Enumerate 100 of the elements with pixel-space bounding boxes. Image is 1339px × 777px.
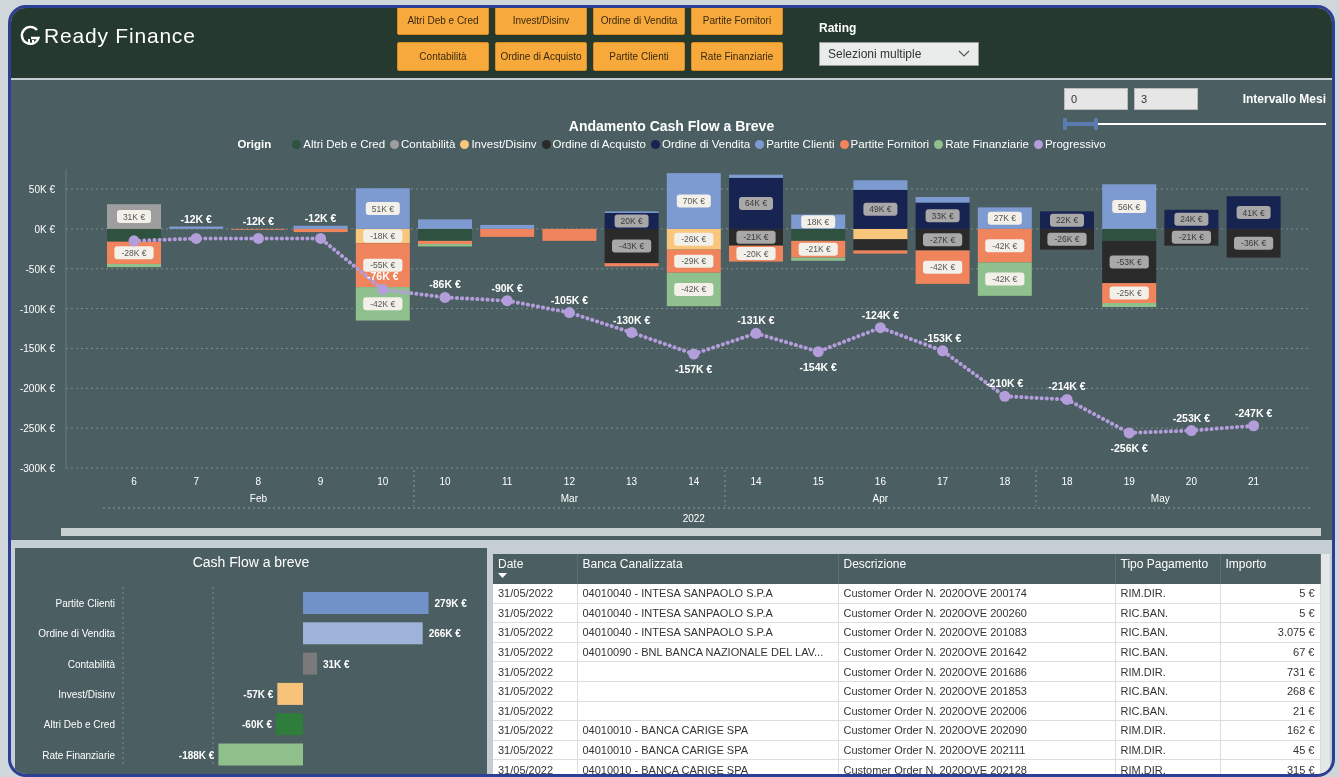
table-cell: 45 € xyxy=(1220,740,1320,760)
line-point xyxy=(190,232,202,244)
table-cell: 04010040 - INTESA SANPAOLO S.P.A xyxy=(577,584,838,604)
table-cell: Customer Order N. 2020OVE 201686 xyxy=(838,661,1115,682)
table-cell: 67 € xyxy=(1220,642,1320,662)
column-header[interactable]: Banca Canalizzata xyxy=(577,554,838,584)
table-cell: 04010040 - INTESA SANPAOLO S.P.A xyxy=(577,603,838,623)
filter-button[interactable]: Ordine di Vendita xyxy=(593,8,685,35)
axis-label: 13 xyxy=(626,476,638,487)
line-point xyxy=(315,232,327,244)
slider-thumb[interactable] xyxy=(1094,118,1099,130)
filter-button[interactable]: Contabilità xyxy=(397,42,489,71)
axis-label: 9 xyxy=(317,476,324,487)
table-cell: 31/05/2022 xyxy=(493,584,577,604)
data-label: -29K € xyxy=(681,256,707,267)
line-point xyxy=(439,291,451,303)
filter-button[interactable]: Rate Finanziarie xyxy=(691,42,783,71)
axis-label: May xyxy=(1150,493,1170,504)
filter-button[interactable]: Invest/Disinv xyxy=(495,8,587,35)
value-badge: 20K € xyxy=(614,214,649,228)
data-label: -18K € xyxy=(370,231,396,242)
input-field[interactable]: 3 xyxy=(1134,88,1198,110)
line-point xyxy=(252,232,264,244)
column-header[interactable]: Date xyxy=(493,554,577,584)
rating-dropdown[interactable]: Selezioni multiple xyxy=(819,42,979,66)
table-cell: 268 € xyxy=(1220,681,1320,702)
line-point xyxy=(128,235,140,247)
data-label: -42K € xyxy=(992,274,1018,285)
value-label: -57K € xyxy=(243,688,274,700)
data-label: -43K € xyxy=(619,241,645,252)
table-cell: 04010010 - BANCA CARIGE SPA xyxy=(577,740,838,760)
point-label: -105K € xyxy=(550,293,589,306)
point-label: -253K € xyxy=(1172,411,1211,424)
axis-label: 18 xyxy=(1061,476,1073,487)
legend-label: Contabilità xyxy=(401,138,456,150)
axis-label: Apr xyxy=(872,493,889,504)
column-header[interactable]: Tipo Pagamento xyxy=(1115,554,1220,584)
slider-thumb[interactable] xyxy=(1063,118,1067,130)
filter-button[interactable]: Partite Clienti xyxy=(593,42,685,71)
table-cell: RIM.DIR. xyxy=(1115,759,1220,774)
table-cell: 31/05/2022 xyxy=(493,701,577,721)
bar-segment xyxy=(418,219,472,229)
data-label: 27K € xyxy=(993,213,1017,224)
data-label: -42K € xyxy=(992,240,1018,251)
data-label: 18K € xyxy=(807,216,830,227)
line-point xyxy=(937,345,949,357)
category-label: Rate Finanziarie xyxy=(42,749,115,761)
column-header[interactable]: Descrizione xyxy=(838,554,1115,584)
value-label: 279K € xyxy=(434,598,467,609)
column-header[interactable]: Importo xyxy=(1220,554,1320,584)
slicer-title: Intervallo Mesi xyxy=(1242,92,1326,106)
scrollbar[interactable] xyxy=(1320,554,1330,774)
axis-label: 19 xyxy=(1123,476,1135,487)
filter-button[interactable]: Ordine di Acquisto xyxy=(495,42,587,71)
value-badge: -42K € xyxy=(363,297,403,311)
data-label: -42K € xyxy=(370,298,396,309)
table-cell: 162 € xyxy=(1220,720,1320,741)
scrollbar[interactable] xyxy=(61,528,1321,536)
axis-label: 14 xyxy=(688,476,700,487)
data-label: -21K € xyxy=(805,244,831,255)
line-point xyxy=(1185,425,1197,437)
filter-button[interactable]: Partite Fornitori xyxy=(691,8,783,35)
data-label: 56K € xyxy=(1118,201,1141,212)
point-label: -157K € xyxy=(675,363,713,376)
axis-label: 15 xyxy=(812,476,824,487)
legend-label: Ordine di Vendita xyxy=(661,138,751,150)
rating-label: Rating xyxy=(819,21,858,35)
data-label: -42K € xyxy=(681,284,707,295)
point-label: -256K € xyxy=(1110,441,1148,454)
table-cell: 04010010 - BANCA CARIGE SPA xyxy=(577,720,838,741)
table-cell: 31/05/2022 xyxy=(493,681,577,702)
axis-label: 6 xyxy=(131,476,137,487)
line-point xyxy=(1123,427,1135,439)
table-cell: Customer Order N. 2020OVE 201642 xyxy=(838,642,1115,662)
point-label: -86K € xyxy=(429,278,461,291)
input-field[interactable]: 0 xyxy=(1064,88,1128,110)
category-label: Partite Clienti xyxy=(55,598,115,609)
axis-label: -250K € xyxy=(19,423,55,435)
table-cell: 31/05/2022 xyxy=(493,740,577,760)
axis-label: -100K € xyxy=(19,303,55,315)
data-label: -25K € xyxy=(1116,288,1142,299)
point-label: -12K € xyxy=(242,214,275,227)
table-cell: 31/05/2022 xyxy=(493,759,577,774)
table-cell: 04010040 - INTESA SANPAOLO S.P.A xyxy=(577,622,838,643)
category-label: Altri Deb e Cred xyxy=(43,719,115,731)
filter-button[interactable]: Altri Deb e Cred xyxy=(397,8,489,35)
legend-title: Origin xyxy=(237,138,272,150)
data-label: -28K € xyxy=(121,247,147,258)
axis-label: 14 xyxy=(750,476,762,487)
table-cell: Customer Order N. 2020OVE 201853 xyxy=(838,681,1115,702)
axis-label: 0K € xyxy=(34,223,55,235)
line-point xyxy=(1248,420,1260,432)
table-cell: RIC.BAN. xyxy=(1115,622,1220,643)
axis-label: 11 xyxy=(502,476,513,487)
data-label: 49K € xyxy=(869,204,892,215)
axis-label: 10 xyxy=(377,476,389,487)
table-cell: 315 € xyxy=(1220,759,1320,774)
axis-label: 50K € xyxy=(28,184,55,196)
table-cell: 31/05/2022 xyxy=(493,720,577,741)
table-cell: 04010090 - BNL BANCA NAZIONALE DEL LAV... xyxy=(577,642,838,662)
